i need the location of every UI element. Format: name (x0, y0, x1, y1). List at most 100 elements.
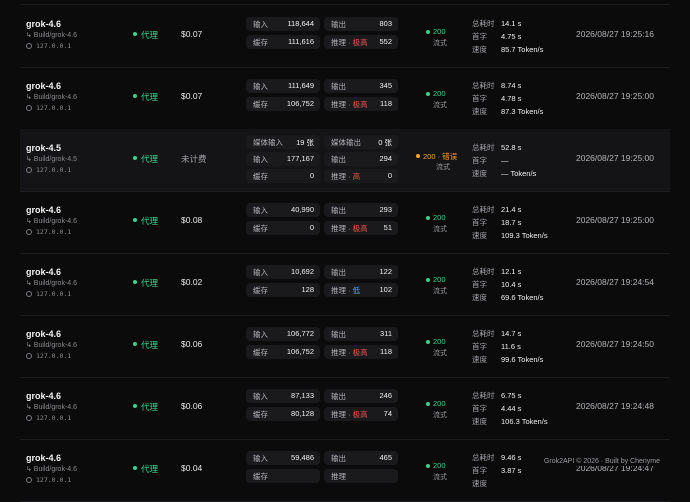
token-label: 缓存 (253, 410, 268, 419)
status-badge: 200 流式 (416, 191, 480, 253)
token-value: 106,752 (286, 347, 314, 356)
token-cell: 缓存 (246, 469, 320, 483)
token-cell: 输出 246 (324, 389, 398, 403)
model-cell: grok-4.5 ↳ Build/grok-4.5 127.0.0.1 (26, 129, 136, 191)
table-row[interactable]: grok-4.5 ↳ Build/grok-4.5 127.0.0.1 代理 未计费 媒体… (20, 129, 670, 192)
timing-line: 速度 (472, 478, 501, 489)
reasoning-level: 极高 (352, 224, 368, 233)
token-label: 推理 · 低 (331, 285, 360, 296)
token-value: 803 (379, 19, 392, 28)
token-value: 10,692 (291, 267, 314, 276)
token-usage: 输入 87,133 输出 246 缓存 80,128 推理 · 极高 74 (246, 377, 398, 439)
timing-value: 9.46 s (501, 453, 522, 462)
token-label: 输入 (253, 454, 268, 463)
cost-value: $0.08 (181, 215, 203, 225)
token-label: 推理 · 极高 (331, 223, 368, 234)
table-row[interactable]: grok-4.6 ↳ Build/grok-4.6 127.0.0.1 代理 $0.02… (20, 253, 670, 316)
client-ip-text: 127.0.0.1 (36, 166, 72, 174)
token-value: 102 (379, 285, 392, 294)
client-ip: 127.0.0.1 (26, 414, 71, 422)
agent-status-dot (133, 466, 137, 470)
timing-line: 首字 18.7 s (472, 217, 521, 228)
table-row[interactable]: grok-4.6 ↳ Build/grok-4.6 127.0.0.1 代理 $0.06… (20, 377, 670, 440)
model-route: ↳ Build/grok-4.6 (26, 404, 77, 411)
timing-value: 14.1 s (501, 19, 522, 28)
token-label: 缓存 (253, 172, 268, 181)
timing-value: 85.7 Token/s (501, 45, 544, 54)
agent-label: 代理 (141, 154, 159, 164)
status-badge: 200 · 错误 流式 (416, 129, 480, 191)
request-timestamp: 2026/08/27 19:25:00 (576, 153, 654, 163)
model-route: ↳ Build/grok-4.6 (26, 218, 77, 225)
timing-value: 52.8 s (501, 143, 522, 152)
table-row[interactable]: grok-4.6 ↳ Build/grok-4.6 127.0.0.1 代理 $0.04… (20, 439, 670, 502)
client-ip: 127.0.0.1 (26, 42, 71, 50)
globe-icon (26, 353, 32, 359)
model-route: ↳ Build/grok-4.6 (26, 466, 77, 473)
table-row[interactable]: grok-4.6 ↳ Build/grok-4.6 127.0.0.1 代理 $0.07… (20, 5, 670, 68)
model-route: ↳ Build/grok-4.5 (26, 156, 77, 163)
stream-mode: 流式 (433, 226, 447, 233)
status-code: 200 (433, 89, 446, 98)
timing-label: 速度 (472, 169, 487, 178)
token-value: 51 (383, 223, 392, 232)
table-row[interactable]: grok-4.6 ↳ Build/grok-4.6 127.0.0.1 代理 $0.06… (20, 315, 670, 378)
request-timestamp: 2026/08/27 19:24:48 (576, 401, 654, 411)
level-separator: · (346, 410, 353, 419)
token-label: 推理 · 极高 (331, 99, 368, 110)
timing-line: 首字 3.87 s (472, 465, 521, 476)
token-cell: 输出 803 (324, 17, 398, 31)
agent-label: 代理 (141, 30, 159, 40)
token-cell: 输入 111,649 (246, 79, 320, 93)
stream-mode: 流式 (433, 40, 447, 47)
timing-value: 10.4 s (501, 280, 522, 289)
client-ip: 127.0.0.1 (26, 166, 71, 174)
token-cell: 输入 40,990 (246, 203, 320, 217)
agent-label: 代理 (141, 92, 159, 102)
globe-icon (26, 415, 32, 421)
token-cell: 输出 122 (324, 265, 398, 279)
client-ip: 127.0.0.1 (26, 352, 71, 360)
token-cell: 输入 10,692 (246, 265, 320, 279)
agent-badge: 代理 (133, 191, 183, 253)
reasoning-level: 极高 (352, 100, 368, 109)
timing-line: 首字 11.6 s (472, 341, 521, 352)
model-name: grok-4.6 (26, 267, 62, 277)
table-row[interactable]: grok-4.6 ↳ Build/grok-4.6 127.0.0.1 代理 $0.08… (20, 191, 670, 254)
token-label-text: 推理 (331, 348, 346, 357)
agent-status-dot (133, 404, 137, 408)
token-value: 80,128 (291, 409, 314, 418)
status-badge: 200 流式 (416, 439, 480, 501)
timing-value: 87.3 Token/s (501, 107, 544, 116)
token-usage: 输入 111,649 输出 345 缓存 106,752 推理 · 极高 118 (246, 67, 398, 129)
timing-label: 首字 (472, 342, 487, 351)
table-row[interactable]: grok-4.6 ↳ Build/grok-4.6 127.0.0.1 代理 $0.07… (20, 67, 670, 130)
agent-label: 代理 (141, 340, 159, 350)
timing-line: 总耗时 6.75 s (472, 390, 521, 401)
timing-line: 总耗时 52.8 s (472, 142, 521, 153)
token-label-text: 输出 (331, 268, 346, 277)
stream-mode: 流式 (433, 102, 447, 109)
stream-mode: 流式 (433, 288, 447, 295)
token-cell: 缓存 106,752 (246, 97, 320, 111)
token-label-text: 输出 (331, 206, 346, 215)
timing-value: 6.75 s (501, 391, 522, 400)
timing-label: 总耗时 (472, 143, 495, 152)
timing-label: 速度 (472, 479, 487, 488)
timing-line: 首字 4.78 s (472, 93, 521, 104)
agent-label: 代理 (141, 216, 159, 226)
status-badge: 200 流式 (416, 67, 480, 129)
token-value: 177,167 (286, 154, 314, 163)
status-dot (426, 92, 430, 96)
status-dot (426, 402, 430, 406)
timing-line: 总耗时 14.1 s (472, 18, 521, 29)
level-separator: · (346, 286, 353, 295)
token-value: 118,644 (287, 19, 314, 28)
model-cell: grok-4.6 ↳ Build/grok-4.6 127.0.0.1 (26, 191, 136, 253)
timing-line: 总耗时 9.46 s (472, 452, 521, 463)
token-label: 缓存 (253, 38, 268, 47)
timing-line: 总耗时 21.4 s (472, 204, 521, 215)
status-dot (426, 464, 430, 468)
token-label: 缓存 (253, 224, 268, 233)
token-label-text: 推理 (331, 172, 346, 181)
